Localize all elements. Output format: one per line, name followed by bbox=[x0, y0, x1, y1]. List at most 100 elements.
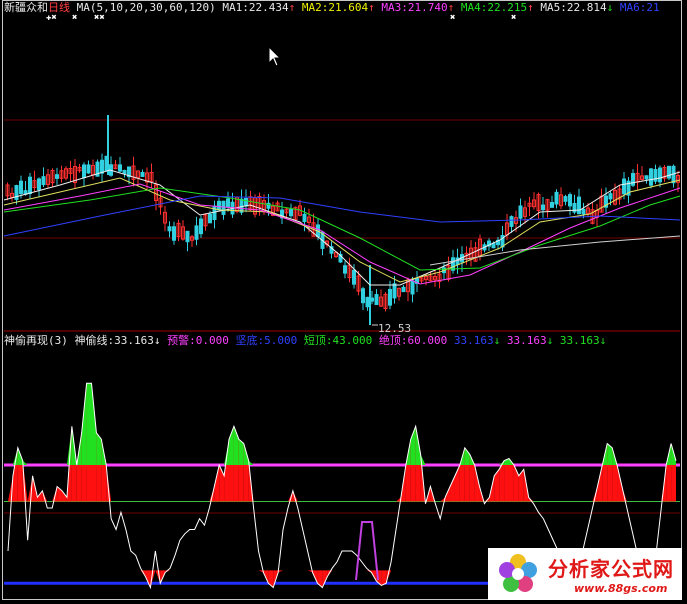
ma2-value: 21.604 bbox=[328, 1, 369, 14]
candle-body bbox=[118, 164, 122, 172]
abs-top-value: 60.000 bbox=[407, 334, 448, 347]
ma4-value: 22.215 bbox=[487, 1, 528, 14]
signal-marker: ✖ bbox=[450, 13, 456, 23]
candle-body bbox=[19, 180, 23, 195]
candle-body bbox=[563, 196, 568, 202]
extra2-arrow: ↓ bbox=[546, 334, 554, 347]
ma3-label: MA3: bbox=[381, 1, 408, 14]
candle-body bbox=[361, 288, 365, 304]
candle-body bbox=[221, 200, 226, 215]
logo-text: 分析家公式网 bbox=[548, 557, 674, 581]
candle-body bbox=[541, 204, 545, 211]
ma2-arrow: ↑ bbox=[368, 1, 375, 14]
ma4-arrow: ↑ bbox=[527, 1, 534, 14]
candle-body bbox=[554, 191, 559, 205]
candle-body bbox=[86, 164, 91, 174]
candle-body bbox=[289, 208, 293, 217]
candle-body bbox=[100, 159, 104, 174]
candle-body bbox=[343, 265, 347, 274]
candle-body bbox=[244, 198, 248, 207]
candle-body bbox=[365, 296, 370, 308]
candle-body bbox=[172, 226, 176, 241]
candle-body bbox=[194, 225, 199, 240]
thief-line-label: 神偷线: bbox=[74, 334, 115, 347]
candle-body bbox=[352, 269, 356, 285]
candle-body bbox=[122, 169, 127, 174]
ma1-line bbox=[3, 169, 681, 286]
ma5-value: 22.814 bbox=[566, 1, 607, 14]
signal-marker: ✖ bbox=[72, 13, 78, 23]
stock-name: 新疆众和 bbox=[4, 1, 48, 14]
candle-body bbox=[518, 205, 523, 219]
candle-body bbox=[581, 208, 586, 215]
candle-body bbox=[568, 194, 572, 207]
short-top-label: 短顶: bbox=[303, 334, 333, 347]
signal-marker: ✖ bbox=[511, 13, 517, 23]
candle-body bbox=[374, 294, 379, 306]
candle-body bbox=[550, 201, 554, 208]
logo-url: www.88gs.com bbox=[574, 582, 668, 595]
ma1-label: MA1: bbox=[222, 1, 249, 14]
candle-body bbox=[55, 174, 59, 179]
candle-body bbox=[658, 167, 662, 183]
candle-body bbox=[41, 176, 46, 186]
candle-body bbox=[644, 175, 649, 180]
candle-body bbox=[577, 196, 581, 215]
indicator-name[interactable]: 神偷再现(3) bbox=[4, 334, 68, 347]
candle-body bbox=[199, 218, 203, 235]
warn-label: 预警: bbox=[167, 334, 196, 347]
bottom-label: 坚底: bbox=[235, 334, 265, 347]
candle-body bbox=[217, 200, 221, 211]
signal-marker: ✖✖ bbox=[94, 13, 105, 23]
candle-body bbox=[226, 198, 230, 208]
candle-body bbox=[185, 230, 190, 243]
extreme-fill bbox=[22, 460, 28, 465]
candle-body bbox=[608, 193, 613, 200]
chart-canvas[interactable] bbox=[0, 0, 687, 604]
candle-body bbox=[208, 213, 212, 224]
extreme-fill bbox=[86, 383, 92, 465]
mouse-cursor-icon bbox=[268, 45, 282, 71]
candle-body bbox=[410, 280, 415, 295]
thief-line-value: 33.163 bbox=[114, 334, 154, 347]
candle-body bbox=[649, 168, 653, 186]
extra2-value: 33.163 bbox=[506, 334, 547, 347]
candle-body bbox=[667, 165, 671, 179]
candle-body bbox=[509, 216, 514, 227]
candle-body bbox=[631, 173, 635, 186]
thief-line-arrow: ↓ bbox=[153, 334, 161, 347]
extra3-value: 33.163 bbox=[559, 334, 600, 347]
candle-body bbox=[401, 286, 406, 293]
oversold-fill bbox=[278, 570, 284, 573]
candle-body bbox=[140, 172, 145, 177]
candle-body bbox=[28, 176, 32, 195]
candle-body bbox=[239, 198, 244, 213]
extra1-value: 33.163 bbox=[453, 334, 494, 347]
ma1-value: 22.434 bbox=[248, 1, 289, 14]
candle-body bbox=[392, 283, 397, 299]
ma6-value: 21 bbox=[646, 1, 660, 14]
ma4-label: MA4: bbox=[460, 1, 488, 14]
ma6-label: MA6: bbox=[619, 1, 647, 14]
bottom-value: 5.000 bbox=[264, 334, 298, 347]
signal-marker: ✚✖ bbox=[46, 13, 57, 23]
extra1-arrow: ↓ bbox=[493, 334, 501, 347]
overbought-fill bbox=[499, 460, 505, 502]
ma5-label: MA5: bbox=[540, 1, 567, 14]
candle-body bbox=[302, 213, 307, 223]
ma2-label: MA2: bbox=[301, 1, 329, 14]
candle-body bbox=[167, 226, 172, 232]
abs-top-label: 绝顶: bbox=[378, 334, 408, 347]
candle-body bbox=[622, 178, 626, 195]
ma3-value: 21.740 bbox=[407, 1, 448, 14]
candle-body bbox=[37, 178, 41, 191]
stock-chart-window: 新疆众和日线 MA(5,10,20,30,60,120) MA1:22.434↑… bbox=[0, 0, 687, 604]
extra3-arrow: ↓ bbox=[599, 334, 607, 347]
overbought-fill bbox=[450, 475, 455, 502]
ma5-arrow: ↓ bbox=[606, 1, 614, 14]
candle-body bbox=[388, 288, 392, 306]
candle-body bbox=[82, 164, 86, 179]
indicator-header: 神偷再现(3) 神偷线:33.163↓ 预警:0.000 坚底:5.000 短顶… bbox=[4, 334, 606, 348]
warn-value: 0.000 bbox=[195, 334, 229, 347]
short-top-value: 43.000 bbox=[332, 334, 373, 347]
